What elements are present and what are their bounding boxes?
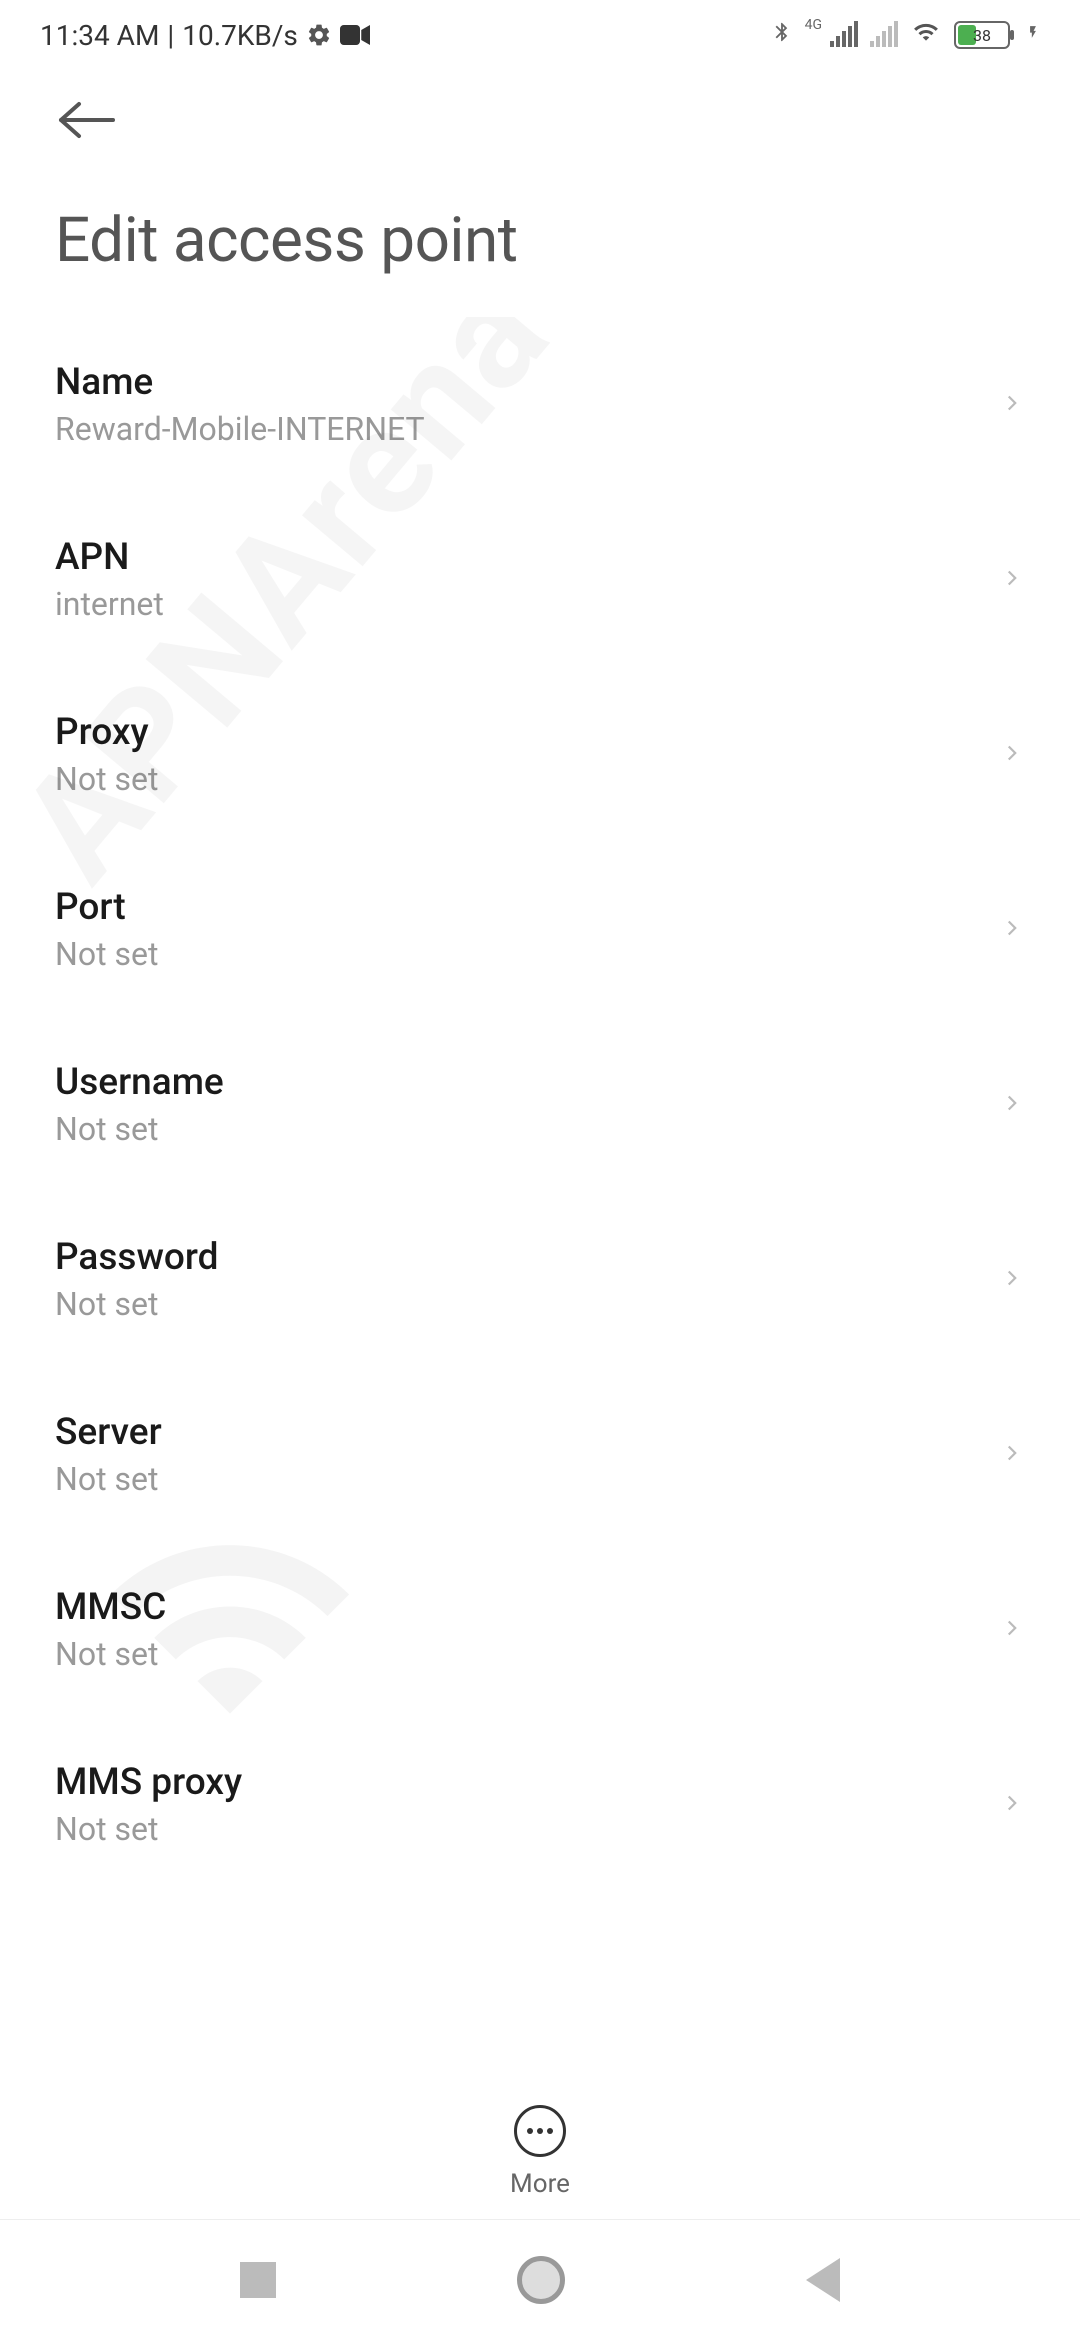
setting-value: Not set	[55, 760, 999, 798]
setting-label: Port	[55, 886, 999, 929]
wifi-icon	[910, 19, 942, 52]
chevron-right-icon	[999, 1433, 1025, 1477]
chevron-right-icon	[999, 733, 1025, 777]
setting-row-mmsc[interactable]: MMSC Not set	[55, 1542, 1025, 1717]
setting-label: Proxy	[55, 711, 999, 754]
status-right: 4G 38	[771, 17, 1040, 54]
setting-value: Not set	[55, 1810, 999, 1848]
setting-value: Not set	[55, 935, 999, 973]
setting-label: Password	[55, 1236, 999, 1279]
setting-row-name[interactable]: Name Reward-Mobile-INTERNET	[55, 317, 1025, 492]
setting-row-password[interactable]: Password Not set	[55, 1192, 1025, 1367]
battery-icon: 38	[954, 21, 1010, 49]
setting-value: Not set	[55, 1110, 999, 1148]
more-button[interactable]: More	[510, 2105, 570, 2199]
chevron-right-icon	[999, 1783, 1025, 1827]
nav-back-button[interactable]	[806, 2258, 840, 2302]
gear-icon	[306, 22, 332, 48]
status-left: 11:34 AM | 10.7KB/s	[40, 19, 370, 52]
status-data-rate: 10.7KB/s	[182, 19, 298, 52]
setting-value: Reward-Mobile-INTERNET	[55, 410, 999, 448]
chevron-right-icon	[999, 1083, 1025, 1127]
signal-sim1-icon	[830, 23, 858, 47]
setting-value: internet	[55, 585, 999, 623]
setting-value: Not set	[55, 1460, 999, 1498]
setting-row-mms-proxy[interactable]: MMS proxy Not set	[55, 1717, 1025, 1892]
setting-value: Not set	[55, 1635, 999, 1673]
setting-label: Server	[55, 1411, 999, 1454]
more-label: More	[510, 2169, 570, 2199]
back-button[interactable]	[55, 100, 119, 144]
nav-home-button[interactable]	[517, 2256, 565, 2304]
settings-list: APNArena Name Reward-Mobile-INTERNET APN…	[0, 317, 1080, 2167]
status-time: 11:34 AM	[40, 19, 159, 52]
camera-icon	[340, 24, 370, 46]
chevron-right-icon	[999, 1608, 1025, 1652]
setting-row-port[interactable]: Port Not set	[55, 842, 1025, 1017]
chevron-right-icon	[999, 1258, 1025, 1302]
setting-row-proxy[interactable]: Proxy Not set	[55, 667, 1025, 842]
status-bar: 11:34 AM | 10.7KB/s 4G 38	[0, 0, 1080, 70]
charging-icon	[1026, 19, 1040, 51]
setting-label: Username	[55, 1061, 999, 1104]
signal-sim2-icon	[870, 23, 898, 47]
setting-row-apn[interactable]: APN internet	[55, 492, 1025, 667]
header: Edit access point	[0, 70, 1080, 317]
chevron-right-icon	[999, 908, 1025, 952]
setting-label: Name	[55, 361, 999, 404]
setting-label: APN	[55, 536, 999, 579]
navigation-bar	[0, 2220, 1080, 2340]
nav-recent-button[interactable]	[240, 2262, 276, 2298]
chevron-right-icon	[999, 558, 1025, 602]
setting-label: MMS proxy	[55, 1761, 999, 1804]
chevron-right-icon	[999, 383, 1025, 427]
setting-label: MMSC	[55, 1586, 999, 1629]
network-type-label: 4G	[805, 17, 822, 33]
more-icon	[514, 2105, 566, 2157]
setting-row-server[interactable]: Server Not set	[55, 1367, 1025, 1542]
bluetooth-icon	[771, 17, 793, 54]
setting-value: Not set	[55, 1285, 999, 1323]
setting-row-username[interactable]: Username Not set	[55, 1017, 1025, 1192]
page-title: Edit access point	[55, 204, 1025, 277]
bottom-action-bar: More	[0, 2105, 1080, 2220]
